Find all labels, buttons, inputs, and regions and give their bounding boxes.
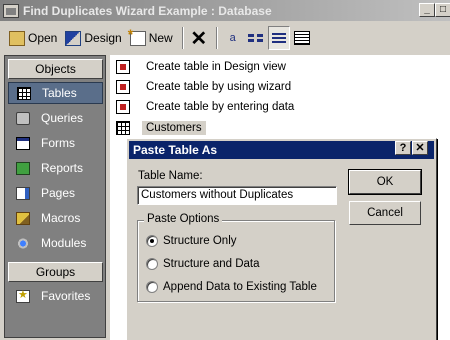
help-button[interactable]: ? [395,141,411,155]
modules-icon [16,236,30,250]
sidebar-item-label: Modules [41,236,87,250]
objects-group-button[interactable]: Objects [8,59,103,79]
cancel-button[interactable]: Cancel [349,201,421,225]
radio-label: Structure and Data [163,258,260,270]
window-title-bar[interactable]: Find Duplicates Wizard Example : Databas… [0,0,450,21]
sidebar-item-label: Favorites [41,289,91,303]
reports-icon [16,161,30,175]
append-data-radio[interactable]: Append Data to Existing Table [146,281,317,293]
radio-button[interactable] [146,281,158,293]
queries-icon [16,111,30,125]
radio-label: Structure Only [163,235,237,247]
favorites-icon [16,288,30,303]
list-item-label: Customers [142,121,206,135]
small-icons-view-button[interactable] [245,26,267,50]
paste-options-label: Paste Options [144,213,223,225]
sidebar-item-label: Reports [41,161,84,175]
large-icons-icon: a [229,32,236,44]
sidebar-item-favorites[interactable]: Favorites [8,285,103,307]
design-button-label: Design [84,31,122,45]
sidebar-item-label: Macros [41,211,81,225]
toolbar-separator [215,27,218,49]
new-object-icon [128,26,146,46]
large-icons-view-button[interactable]: a [222,26,244,50]
radio-button-checked[interactable] [146,235,158,247]
sidebar-item-macros[interactable]: Macros [8,207,103,229]
wizard-icon [116,60,130,74]
forms-icon [16,136,30,150]
structure-and-data-radio[interactable]: Structure and Data [146,258,260,270]
toolbar-separator [181,27,184,49]
close-button[interactable]: ✕ [412,141,428,155]
table-name-label: Table Name: [138,170,203,182]
new-button[interactable]: New [127,26,176,50]
radio-label: Append Data to Existing Table [163,281,317,293]
paste-options-group: Paste Options Structure Only Structure a… [137,213,335,302]
table-name-input[interactable]: Customers without Duplicates [137,186,337,205]
sidebar-item-label: Queries [41,111,84,125]
sidebar-item-queries[interactable]: Queries [8,107,103,129]
details-view-button[interactable] [291,26,313,50]
small-icons-icon [248,34,264,42]
wizard-icon [116,100,130,114]
sidebar-item-label: Tables [42,86,77,100]
sidebar-item-tables[interactable]: Tables [8,82,103,104]
delete-button[interactable]: ✕ [188,26,210,50]
open-button[interactable]: Open [6,26,60,50]
maximize-button[interactable]: □ [435,3,450,17]
design-ruler-icon [65,30,82,46]
list-view-button[interactable] [267,26,290,50]
sidebar-item-label: Forms [41,136,75,150]
window-title: Find Duplicates Wizard Example : Databas… [23,3,272,18]
details-view-icon [293,31,310,45]
ok-button[interactable]: OK [349,170,421,194]
wizard-icon [116,80,130,94]
sidebar-item-pages[interactable]: Pages [8,182,103,204]
list-item-label: Create table by using wizard [146,81,292,93]
macros-icon [16,211,30,225]
sidebar-item-forms[interactable]: Forms [8,132,103,154]
open-folder-icon [9,30,25,46]
list-item[interactable]: Create table by using wizard [116,78,291,96]
table-icon [116,121,130,135]
dialog-title[interactable]: Paste Table As [129,141,434,159]
delete-icon: ✕ [190,27,208,50]
sidebar-item-modules[interactable]: Modules [8,232,103,254]
open-button-label: Open [28,31,58,45]
sidebar-item-label: Pages [41,186,76,200]
list-item[interactable]: Customers [116,119,206,137]
database-window-icon [3,3,19,18]
paste-table-as-dialog: Paste Table As ? ✕ Table Name: Customers… [126,138,437,340]
list-item-label: Create table by entering data [146,101,295,113]
minimize-button[interactable]: _ [419,3,435,17]
list-view-icon [271,33,286,43]
list-item[interactable]: Create table by entering data [116,98,294,116]
objects-bar: Objects Tables Queries Forms Reports Pag… [4,55,106,338]
list-item-label: Create table in Design view [146,61,286,73]
pages-icon [16,186,30,200]
radio-button[interactable] [146,258,158,270]
design-button[interactable]: Design [62,26,124,50]
database-toolbar: Open Design New ✕ a [0,23,450,53]
tables-icon [17,86,31,100]
new-button-label: New [148,31,173,45]
sidebar-item-reports[interactable]: Reports [8,157,103,179]
groups-group-button[interactable]: Groups [8,262,103,282]
list-item[interactable]: Create table in Design view [116,58,286,76]
structure-only-radio[interactable]: Structure Only [146,235,237,247]
